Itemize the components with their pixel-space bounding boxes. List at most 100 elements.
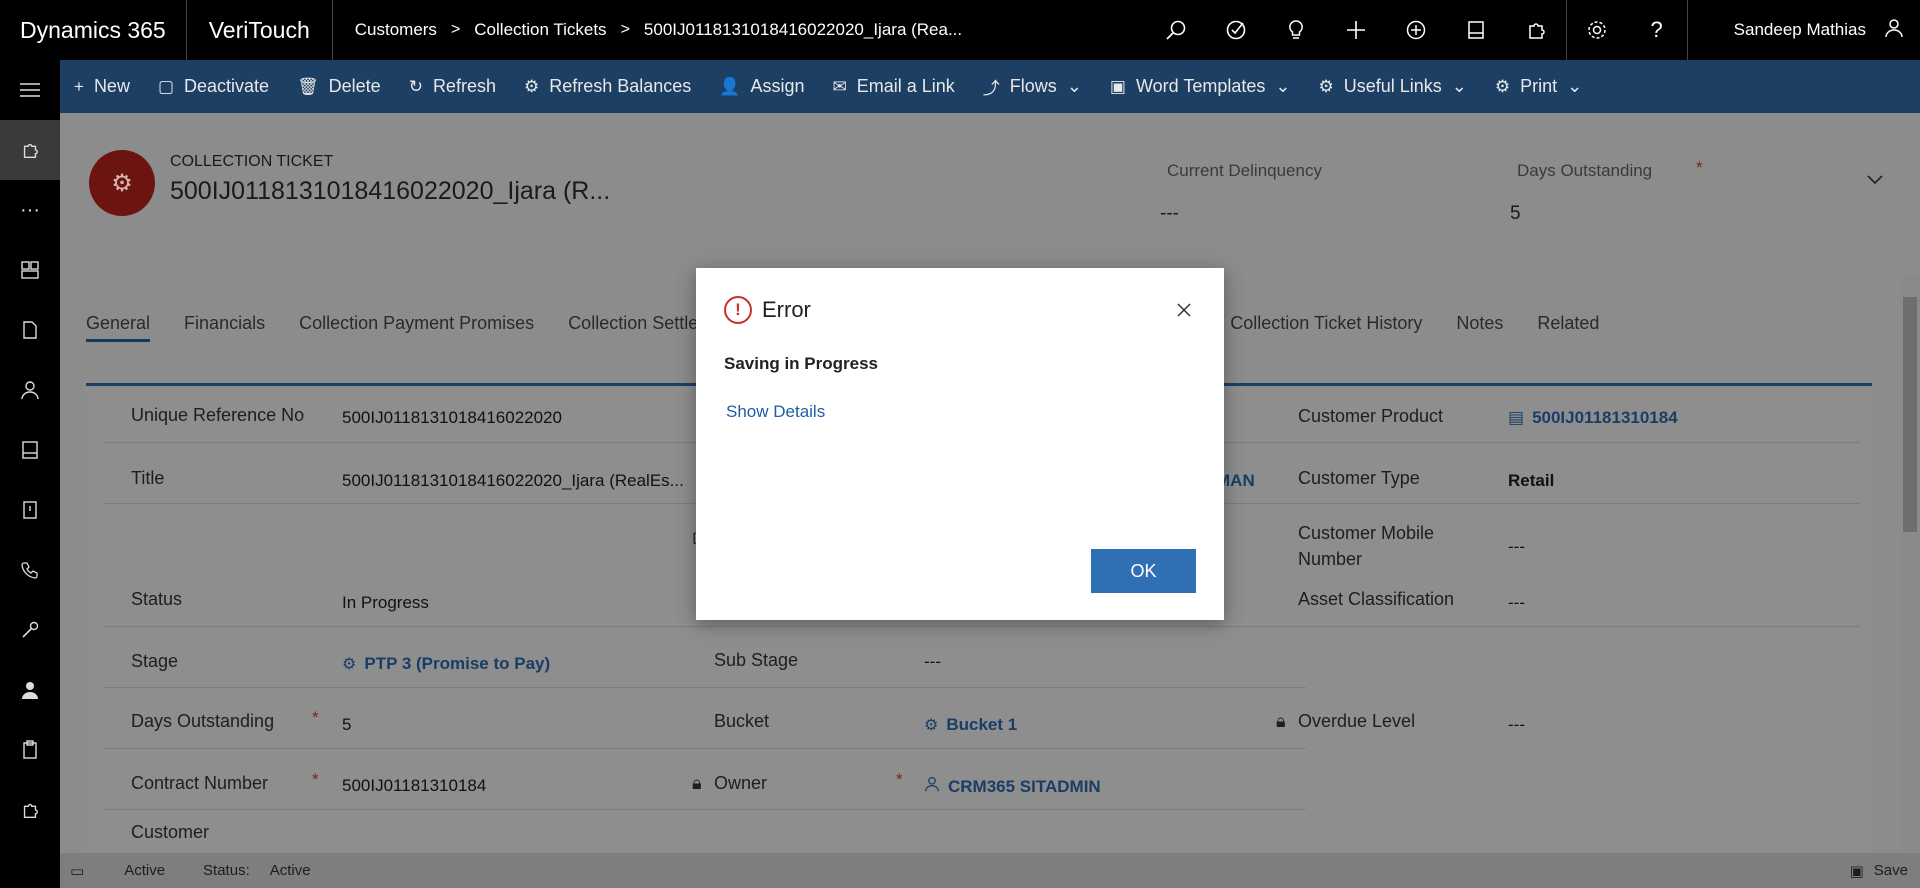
email-link-label: Email a Link <box>856 76 955 96</box>
breadcrumb-collection-tickets[interactable]: Collection Tickets <box>474 20 606 40</box>
person-icon <box>924 776 940 797</box>
document-icon[interactable] <box>1446 0 1506 60</box>
customer-product-lookup[interactable]: ▤ 500IJ01181310184 <box>1508 408 1678 428</box>
hamburger-menu-icon[interactable] <box>0 60 60 120</box>
owner-lookup[interactable]: CRM365 SITADMIN <box>924 776 1101 797</box>
trash-icon: 🗑 <box>297 76 319 96</box>
dialog-message: Saving in Progress <box>724 354 878 373</box>
save-label: Save <box>1873 862 1908 879</box>
book-icon[interactable] <box>0 420 60 480</box>
lock-icon: 🔒︎ <box>1276 711 1286 731</box>
chevron-down-icon: ⌄ <box>1451 76 1467 96</box>
task-check-icon[interactable] <box>1206 0 1266 60</box>
header-expand-chevron-icon[interactable] <box>1866 173 1884 191</box>
owner-label: Owner <box>714 773 768 793</box>
stage-lookup[interactable]: ⚙ PTP 3 (Promise to Pay) <box>342 654 550 674</box>
alert-document-icon[interactable] <box>0 480 60 540</box>
record-state: Active <box>124 862 166 879</box>
word-icon: ▣ <box>1109 76 1126 96</box>
plus-icon[interactable] <box>1326 0 1386 60</box>
gear-icon[interactable] <box>1567 0 1627 60</box>
deactivate-label: Deactivate <box>184 76 270 96</box>
asset-classification-value[interactable]: --- <box>1508 593 1525 613</box>
new-label: New <box>93 76 130 96</box>
stage-label: Stage <box>131 651 179 671</box>
dashboard-icon[interactable] <box>0 240 60 300</box>
asset-classification-label: Asset Classification <box>1298 589 1455 609</box>
tab-notes[interactable]: Notes <box>1456 313 1503 342</box>
assign-button[interactable]: 👤 Assign <box>705 60 818 113</box>
breadcrumb-customers[interactable]: Customers <box>355 20 437 40</box>
bucket-lookup[interactable]: ⚙ Bucket 1 <box>924 715 1017 735</box>
clipboard-icon[interactable] <box>0 720 60 780</box>
email-link-button[interactable]: ✉ Email a Link <box>819 60 969 113</box>
entity-avatar: ⚙ <box>89 150 155 216</box>
days-outstanding-value[interactable]: 5 <box>342 715 351 735</box>
stage-value: PTP 3 (Promise to Pay) <box>364 654 551 673</box>
overdue-level-value[interactable]: --- <box>1508 715 1525 735</box>
wrench-icon[interactable] <box>0 600 60 660</box>
plus-icon: + <box>74 76 84 96</box>
settings-puzzle-icon[interactable] <box>0 780 60 840</box>
ok-button[interactable]: OK <box>1091 549 1196 593</box>
tab-financials[interactable]: Financials <box>184 313 265 342</box>
user-account-icon[interactable] <box>0 660 60 720</box>
unique-ref-value[interactable]: 500IJ0118131018416022020 <box>342 408 562 428</box>
breadcrumb-current-record: 500IJ0118131018416022020_Ijara (Rea... <box>643 20 963 39</box>
person-icon[interactable] <box>0 360 60 420</box>
phone-icon[interactable] <box>0 540 60 600</box>
form-row <box>104 749 1306 810</box>
title-value[interactable]: 500IJ0118131018416022020_Ijara (RealEs..… <box>342 471 684 491</box>
form-row <box>104 627 1306 688</box>
customer-mobile-value[interactable]: --- <box>1508 537 1525 557</box>
deactivate-button[interactable]: ▢ Deactivate <box>144 60 283 113</box>
tab-collection-ticket-history[interactable]: Collection Ticket History <box>1230 313 1422 342</box>
word-templates-button[interactable]: ▣ Word Templates ⌄ <box>1096 60 1305 113</box>
required-indicator: * <box>1696 158 1703 177</box>
customer-product-label: Customer Product <box>1298 406 1444 426</box>
user-menu[interactable]: Sandeep Mathias <box>1688 0 1920 60</box>
sub-stage-value[interactable]: --- <box>924 652 941 672</box>
document-search-icon[interactable] <box>0 300 60 360</box>
print-button[interactable]: ⚙ Print ⌄ <box>1481 60 1596 113</box>
show-details-link[interactable]: Show Details <box>726 402 825 422</box>
puzzle-icon[interactable] <box>0 120 60 180</box>
refresh-balances-button[interactable]: ⚙ Refresh Balances <box>510 60 705 113</box>
delete-button[interactable]: 🗑 Delete <box>283 60 395 113</box>
more-icon[interactable]: ··· <box>0 180 60 240</box>
app-name[interactable]: VeriTouch <box>187 0 333 60</box>
useful-links-button[interactable]: ⚙ Useful Links ⌄ <box>1304 60 1480 113</box>
puzzle-icon[interactable] <box>1506 0 1566 60</box>
flows-label: Flows <box>1009 76 1057 96</box>
refresh-button[interactable]: ↻ Refresh <box>395 60 510 113</box>
delete-label: Delete <box>328 76 381 96</box>
puzzle-icon: ⚙ <box>924 717 939 734</box>
tab-collection-payment-promises[interactable]: Collection Payment Promises <box>299 313 534 342</box>
save-icon: ▣ <box>1849 862 1864 880</box>
page-scrollbar[interactable] <box>1900 275 1920 853</box>
title-label: Title <box>131 468 165 488</box>
status-value[interactable]: In Progress <box>342 593 429 613</box>
close-icon[interactable] <box>1170 296 1198 324</box>
help-icon[interactable]: ? <box>1627 0 1687 60</box>
bucket-value: Bucket 1 <box>946 715 1018 734</box>
puzzle-icon: ⚙ <box>1318 76 1334 96</box>
tab-general[interactable]: General <box>86 313 151 342</box>
new-button[interactable]: + New <box>60 60 144 113</box>
save-button[interactable]: ▣ Save <box>1850 862 1908 880</box>
open-in-window-icon[interactable]: ▭ <box>70 862 84 880</box>
customer-type-value[interactable]: Retail <box>1508 471 1554 491</box>
days-outstanding-label: Days Outstanding <box>131 711 275 731</box>
lightbulb-icon[interactable] <box>1266 0 1326 60</box>
customer-label: Customer <box>131 822 210 842</box>
tab-related[interactable]: Related <box>1537 313 1599 342</box>
customer-type-label: Customer Type <box>1298 468 1420 488</box>
entity-name-title: 500IJ0118131018416022020_Ijara (R... <box>170 177 611 205</box>
flows-button[interactable]: ⤴ Flows ⌄ <box>969 60 1096 113</box>
search-icon[interactable] <box>1146 0 1206 60</box>
brand-title[interactable]: Dynamics 365 <box>0 0 187 60</box>
contract-number-value[interactable]: 500IJ01181310184 <box>342 776 486 796</box>
current-delinquency-label: Current Delinquency <box>1167 161 1322 180</box>
scrollbar-thumb[interactable] <box>1903 297 1917 532</box>
circle-plus-icon[interactable] <box>1386 0 1446 60</box>
